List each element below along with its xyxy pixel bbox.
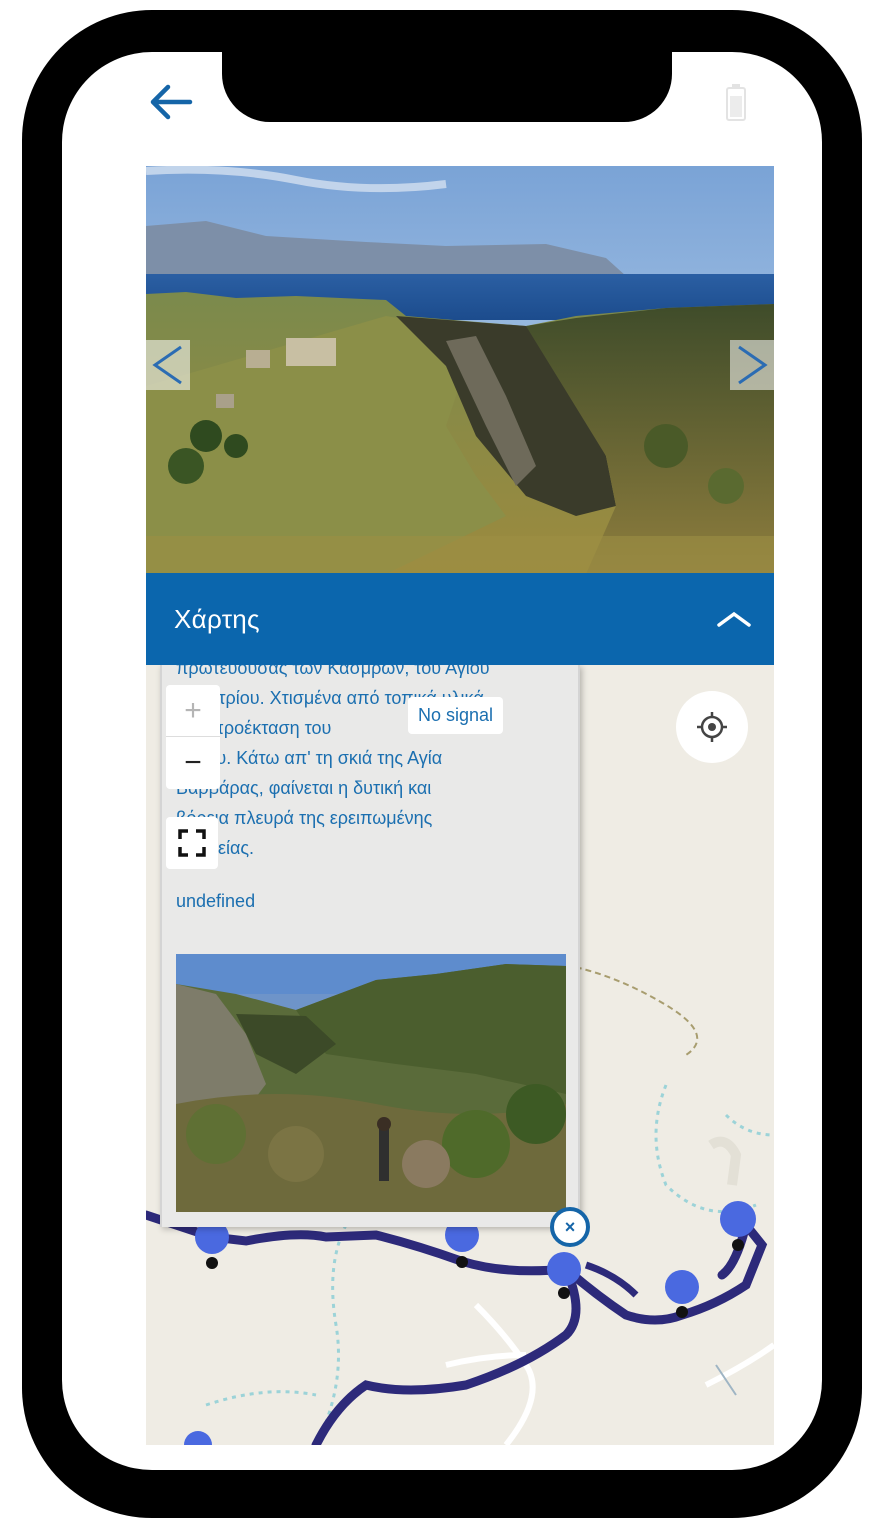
battery-icon — [726, 84, 746, 121]
poi-description-line: πολιτείας. — [176, 833, 572, 863]
zoom-in-button[interactable]: + — [166, 685, 220, 737]
poi-popup[interactable]: πρωτεύουσας των Κασμρών, του Αγίου Δημητ… — [160, 665, 580, 1227]
chevron-right-icon — [738, 345, 768, 385]
fullscreen-button[interactable] — [166, 817, 218, 869]
map-section-header[interactable]: Χάρτης — [146, 573, 774, 665]
no-signal-badge: No signal — [408, 697, 504, 734]
phone-notch — [222, 50, 672, 122]
back-button[interactable] — [140, 78, 200, 126]
poi-description-line: βόρεια πλευρά της ερειπωμένης — [176, 808, 433, 828]
poi-extra-text: undefined — [176, 891, 256, 911]
poi-description-line: πρωτεύουσας των Κασμρών, του Αγίου — [176, 665, 490, 678]
poi-description-line: Βαρβάρας, φαίνεται η δυτική και — [176, 778, 432, 798]
map-view[interactable]: πρωτεύουσας των Κασμρών, του Αγίου Δημητ… — [146, 665, 774, 1445]
map-section-title: Χάρτης — [174, 603, 260, 634]
popup-close-button[interactable]: × — [550, 1207, 590, 1247]
chevron-left-icon — [152, 345, 182, 385]
locate-button[interactable] — [676, 691, 748, 763]
crosshair-icon — [697, 712, 727, 742]
arrow-left-icon — [150, 84, 193, 120]
poi-description-line: Δημητρίου. Χτισμένα από τοπικά υλικά, — [176, 688, 489, 708]
gallery-next-button[interactable] — [730, 340, 774, 390]
photo-gallery[interactable] — [146, 166, 774, 574]
poi-description-line: λόφου. Κάτω απ' τη σκιά της Αγία — [176, 748, 443, 768]
zoom-out-button[interactable]: − — [166, 737, 220, 789]
expand-icon — [178, 829, 206, 857]
poi-description: πρωτεύουσας των Κασμρών, του Αγίου Δημητ… — [176, 665, 572, 863]
poi-description-line: σαν προέκταση του — [176, 718, 332, 738]
poi-photo-image — [176, 954, 566, 1212]
gallery-photo — [146, 166, 774, 574]
poi-photo[interactable] — [176, 954, 566, 1212]
gallery-prev-button[interactable] — [146, 340, 190, 390]
chevron-up-icon[interactable] — [716, 609, 752, 629]
